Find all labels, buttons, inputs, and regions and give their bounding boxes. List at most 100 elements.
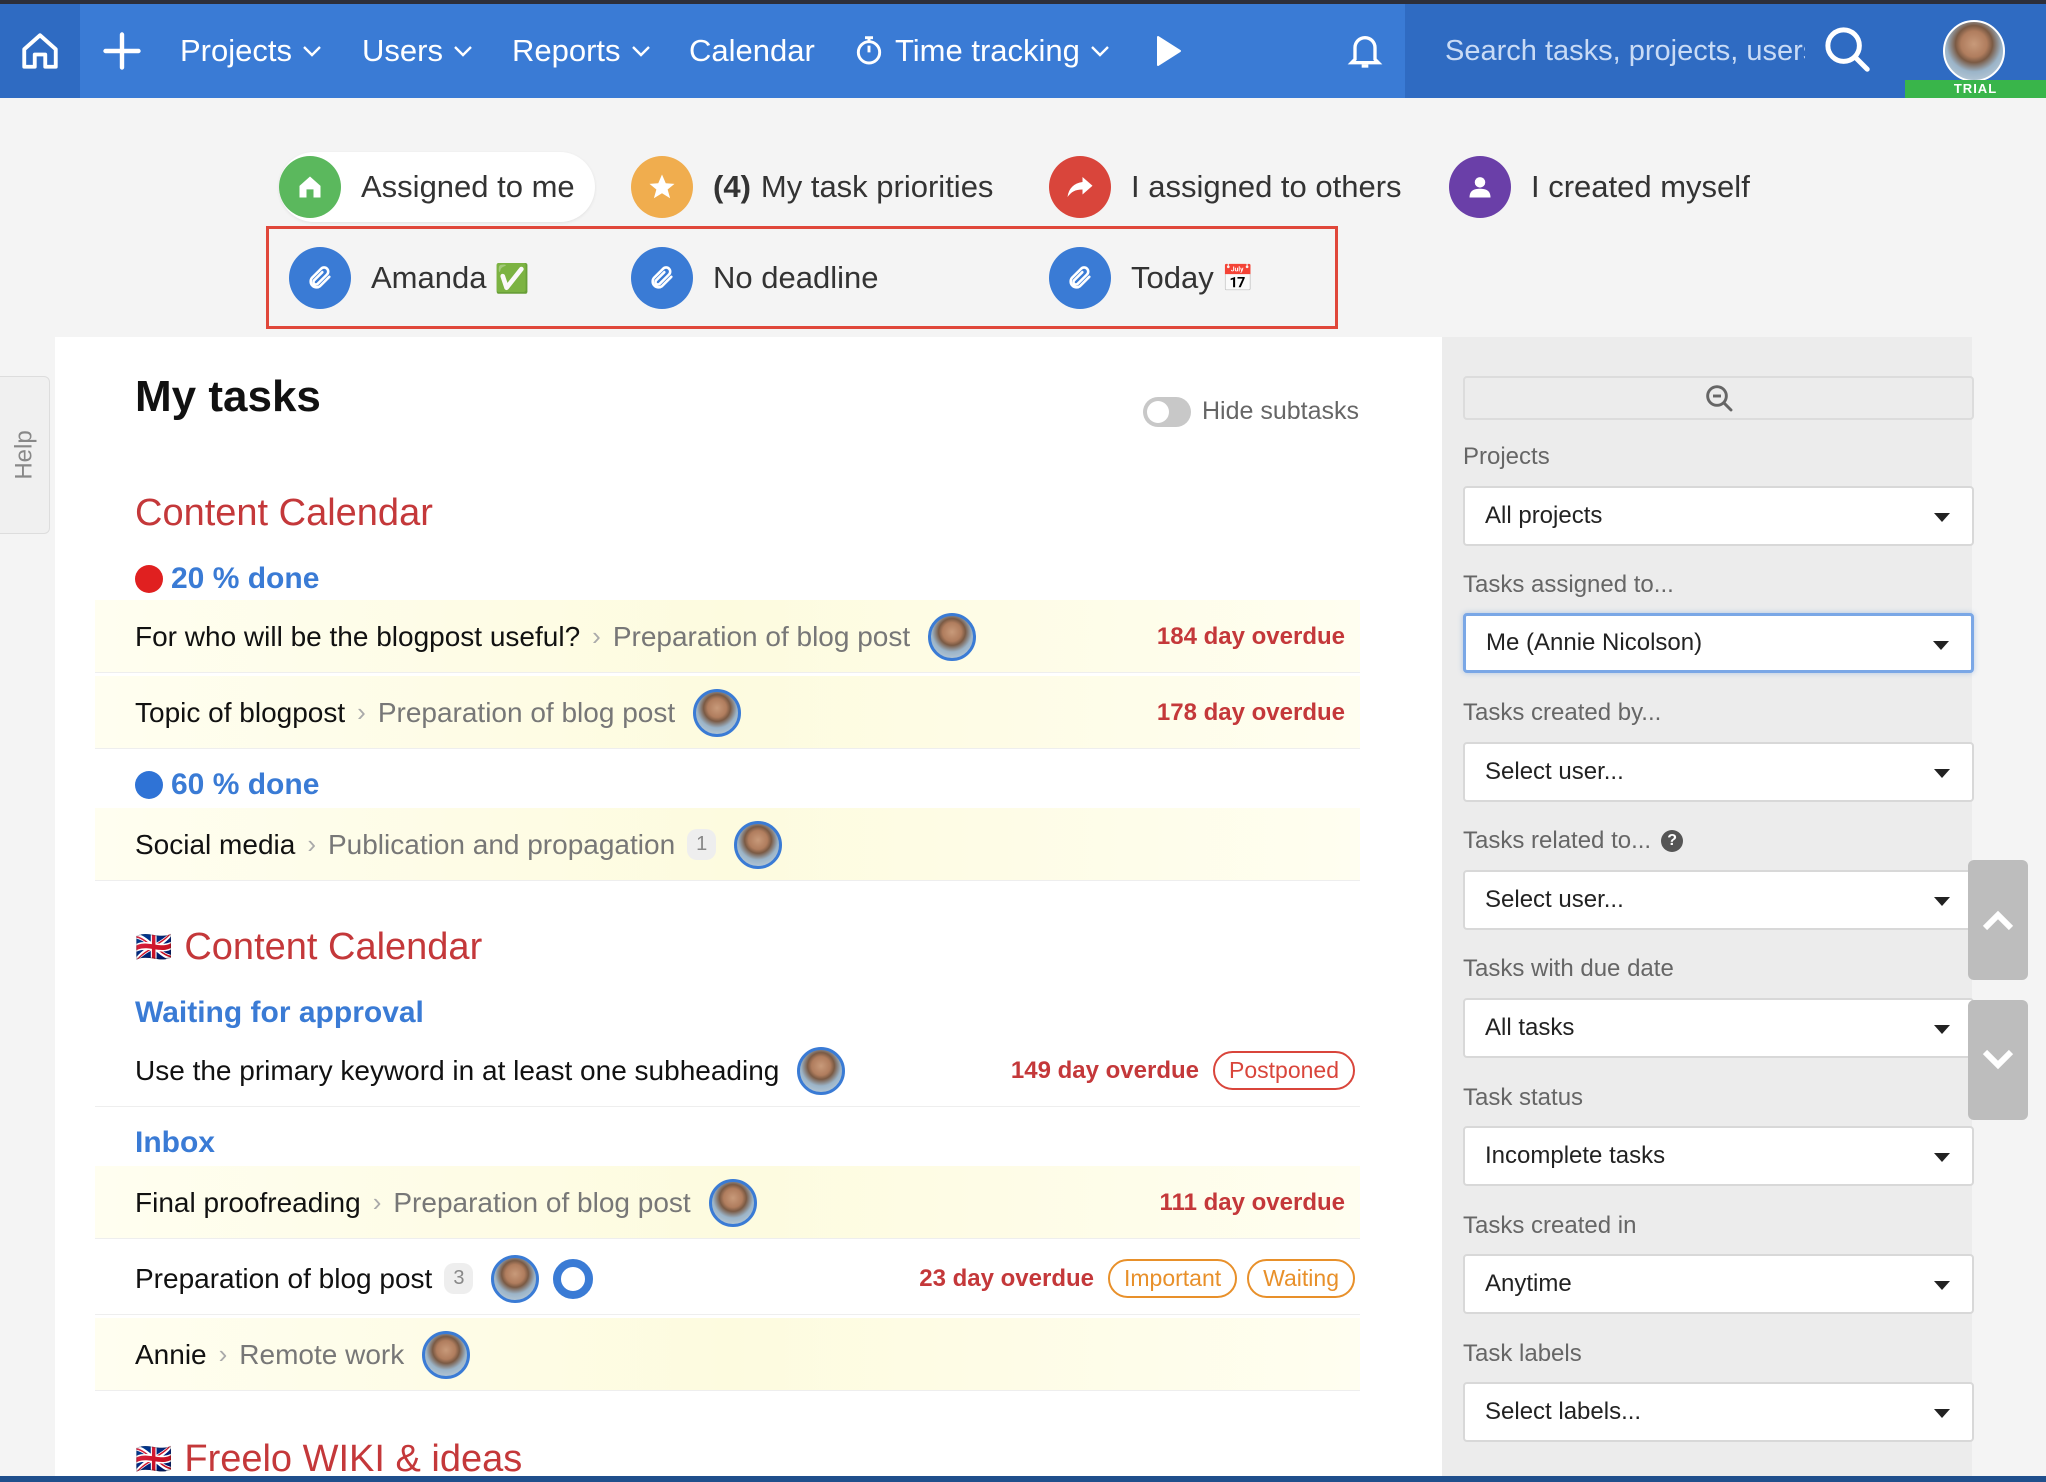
avatar[interactable] — [422, 1330, 471, 1379]
nav-users[interactable]: Users — [362, 4, 473, 98]
chevron-right-icon: › — [372, 1187, 382, 1217]
labels-select[interactable]: Select labels... — [1463, 1382, 1974, 1442]
task-row[interactable]: Final proofreading › Preparation of blog… — [95, 1166, 1360, 1239]
assigned-to-select[interactable]: Me (Annie Nicolson) — [1463, 613, 1974, 673]
created-in-filter-label: Tasks created in — [1463, 1212, 1637, 1239]
parent-task[interactable]: Preparation of blog post — [393, 1187, 690, 1219]
avatar[interactable] — [734, 820, 783, 869]
related-filter-label: Tasks related to... ? — [1463, 827, 1684, 855]
scroll-up-button[interactable] — [1968, 860, 2028, 980]
add-button[interactable] — [96, 4, 148, 98]
nav-reports[interactable]: Reports — [512, 4, 651, 98]
avatar[interactable] — [491, 1254, 540, 1303]
user-icon — [1449, 156, 1511, 218]
notifications-button[interactable] — [1345, 4, 1385, 98]
task-row[interactable]: Preparation of blog post 3 23 day overdu… — [95, 1242, 1360, 1315]
due-select-value: All tasks — [1485, 1014, 1575, 1041]
nav-calendar[interactable]: Calendar — [689, 4, 815, 98]
search-icon[interactable] — [1820, 22, 1874, 76]
project-heading[interactable]: Content Calendar — [135, 492, 433, 535]
label-badge-waiting[interactable]: Waiting — [1247, 1259, 1355, 1298]
caret-down-icon — [1934, 897, 1950, 906]
filter-assigned-to-me-label: Assigned to me — [361, 169, 575, 204]
filter-assigned-to-others[interactable]: I assigned to others — [1049, 152, 1402, 222]
task-name[interactable]: Social media — [135, 829, 295, 861]
task-row[interactable]: Social media › Publication and propagati… — [95, 808, 1360, 881]
tasklist-heading[interactable]: 20 % done — [135, 562, 319, 596]
filter-my-task-priorities[interactable]: (4) My task priorities — [631, 152, 993, 222]
parent-task[interactable]: Preparation of blog post — [378, 697, 675, 729]
progress-ring-icon — [553, 1258, 594, 1299]
task-name[interactable]: Use the primary keyword in at least one … — [135, 1055, 779, 1087]
parent-task[interactable]: Preparation of blog post — [613, 621, 910, 653]
created-in-select[interactable]: Anytime — [1463, 1254, 1974, 1314]
saved-filter-amanda[interactable]: Amanda ✅ — [289, 243, 529, 313]
blue-dot-icon — [135, 771, 163, 799]
task-name[interactable]: Preparation of blog post — [135, 1263, 432, 1295]
created-by-select[interactable]: Select user... — [1463, 742, 1974, 802]
status-filter-label: Task status — [1463, 1084, 1584, 1111]
start-timer-button[interactable] — [1155, 4, 1183, 98]
project-name: Content Calendar — [135, 492, 433, 534]
question-icon[interactable]: ? — [1661, 830, 1684, 852]
due-date-select[interactable]: All tasks — [1463, 998, 1974, 1058]
project-heading[interactable]: 🇬🇧 Content Calendar — [135, 926, 482, 969]
tasklist-heading[interactable]: Waiting for approval — [135, 996, 424, 1030]
chevron-down-icon — [1982, 1049, 2014, 1070]
projects-filter-label: Projects — [1463, 443, 1550, 470]
avatar[interactable] — [797, 1046, 846, 1095]
bell-icon — [1347, 36, 1383, 68]
caret-down-icon — [1934, 513, 1950, 522]
task-name[interactable]: Topic of blogpost — [135, 697, 345, 729]
project-heading[interactable]: 🇬🇧 Freelo WIKI & ideas — [135, 1438, 522, 1481]
labels-select-value: Select labels... — [1485, 1398, 1642, 1425]
status-select[interactable]: Incomplete tasks — [1463, 1126, 1974, 1186]
sidebar-search-field[interactable] — [1463, 376, 1974, 420]
tasklist-heading[interactable]: Inbox — [135, 1126, 215, 1160]
parent-task[interactable]: Publication and propagation — [328, 829, 675, 861]
hide-subtasks-label: Hide subtasks — [1202, 397, 1360, 425]
home-button[interactable] — [0, 4, 80, 98]
caret-down-icon — [1934, 769, 1950, 778]
filter-created-myself[interactable]: I created myself — [1449, 152, 1750, 222]
chevron-up-icon — [1982, 910, 2014, 931]
status-select-value: Incomplete tasks — [1485, 1142, 1666, 1169]
saved-filter-no-deadline[interactable]: No deadline — [631, 243, 878, 313]
task-row[interactable]: Use the primary keyword in at least one … — [95, 1034, 1360, 1107]
parent-task[interactable]: Remote work — [239, 1339, 404, 1371]
created-in-select-value: Anytime — [1485, 1270, 1572, 1297]
nav-projects[interactable]: Projects — [180, 4, 322, 98]
label-badge-important[interactable]: Important — [1108, 1259, 1238, 1298]
search-input[interactable] — [1445, 26, 1805, 76]
avatar[interactable] — [928, 612, 977, 661]
task-name[interactable]: Final proofreading — [135, 1187, 361, 1219]
help-tab[interactable]: Help — [0, 376, 50, 534]
window-bottom-edge — [0, 1476, 2046, 1482]
projects-select[interactable]: All projects — [1463, 486, 1974, 546]
scroll-down-button[interactable] — [1968, 1000, 2028, 1120]
user-menu[interactable]: TRIAL — [1905, 4, 2046, 98]
task-row[interactable]: Topic of blogpost › Preparation of blog … — [95, 676, 1360, 749]
task-name[interactable]: For who will be the blogpost useful? — [135, 621, 580, 653]
overdue-label: 23 day overdue — [919, 1264, 1094, 1292]
saved-filter-today[interactable]: Today 📅 — [1049, 243, 1254, 313]
avatar[interactable] — [693, 688, 742, 737]
filter-assigned-to-me[interactable]: Assigned to me — [279, 152, 595, 222]
tasklist-name: 60 % done — [171, 768, 320, 801]
paperclip-icon — [631, 247, 693, 309]
saved-filter-today-label: Today — [1131, 260, 1214, 295]
task-name[interactable]: Annie — [135, 1339, 207, 1371]
top-navigation-bar: Projects Users Reports Calendar Time tra… — [0, 0, 2046, 98]
task-row[interactable]: Annie › Remote work — [95, 1318, 1360, 1391]
avatar[interactable] — [708, 1178, 757, 1227]
caret-down-icon — [1933, 641, 1949, 650]
hide-subtasks-toggle[interactable] — [1143, 397, 1191, 427]
task-row[interactable]: For who will be the blogpost useful? › P… — [95, 600, 1360, 673]
red-dot-icon — [135, 565, 163, 593]
related-select-value: Select user... — [1485, 886, 1624, 913]
nav-time-tracking[interactable]: Time tracking — [853, 4, 1110, 98]
related-to-select[interactable]: Select user... — [1463, 870, 1974, 930]
tasklist-heading[interactable]: 60 % done — [135, 768, 319, 802]
tasklist-name: Waiting for approval — [135, 996, 424, 1029]
label-badge-postponed[interactable]: Postponed — [1213, 1051, 1355, 1090]
